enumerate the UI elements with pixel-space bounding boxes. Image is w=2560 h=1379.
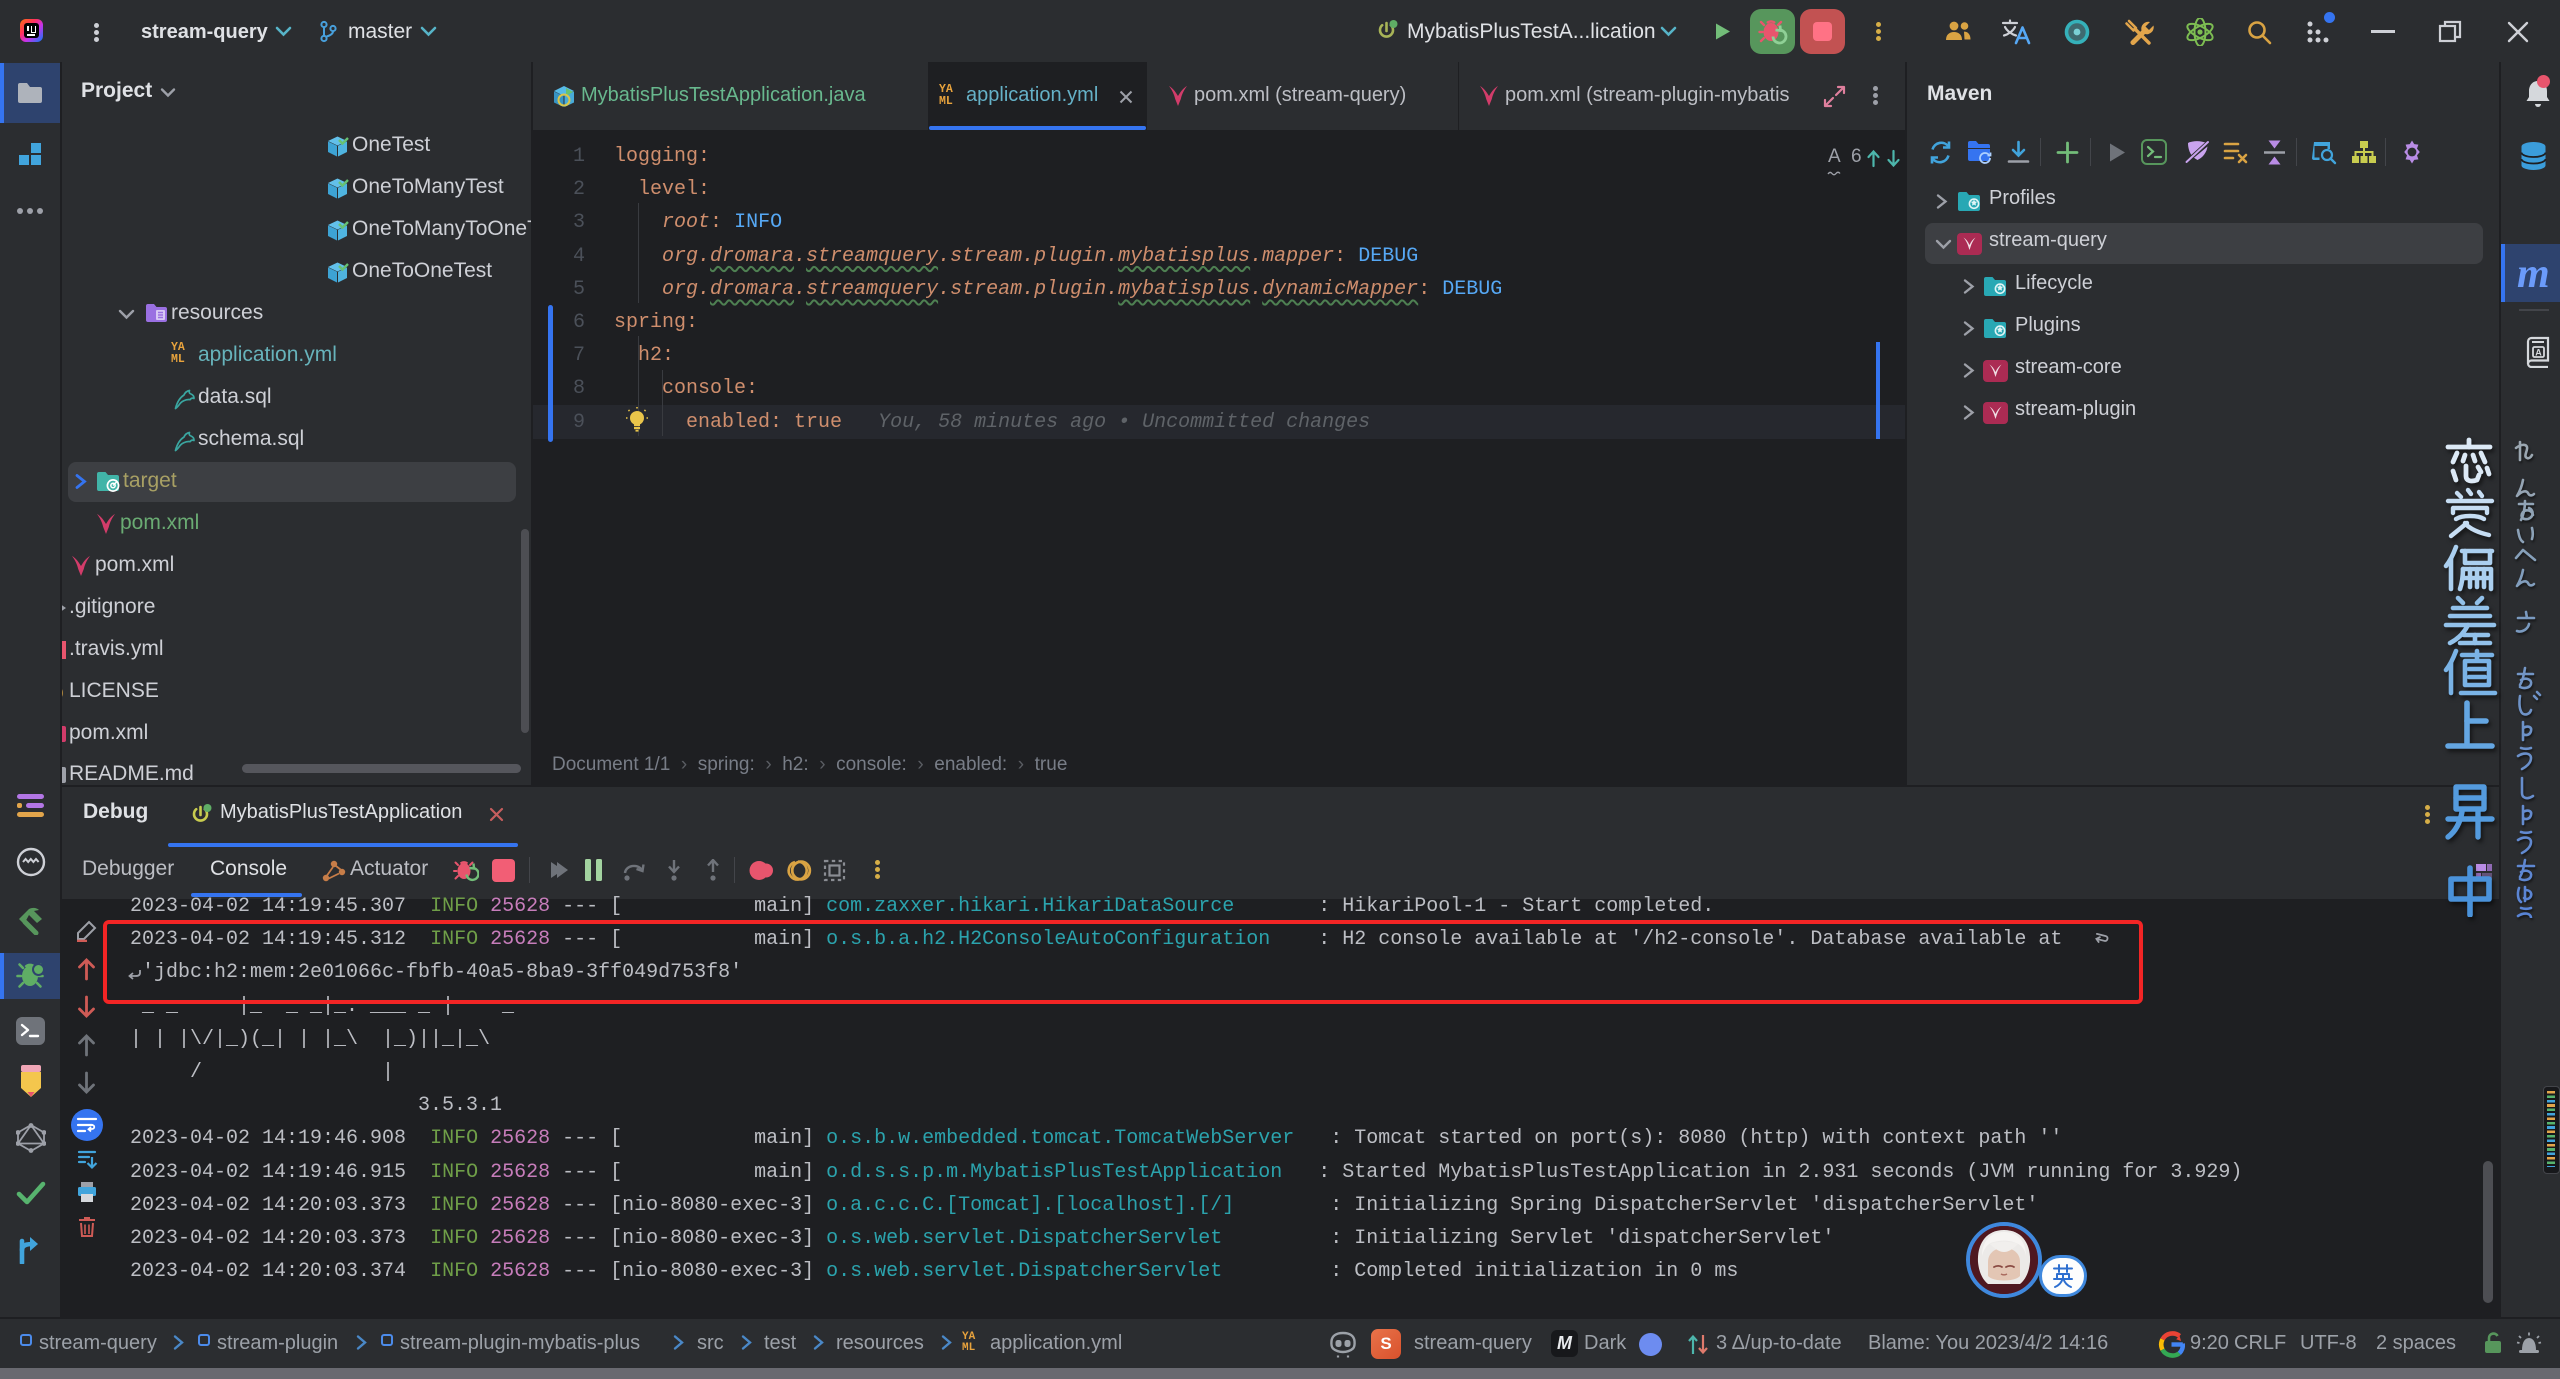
- svg-text:A: A: [2535, 348, 2542, 358]
